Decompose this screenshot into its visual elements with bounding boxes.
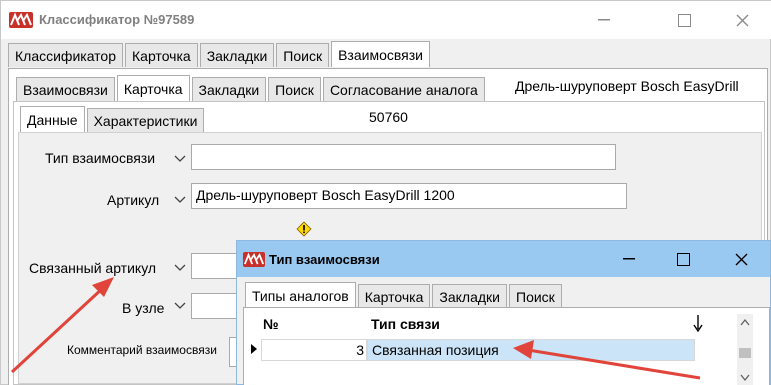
relation-type-label: Тип взаимосвязи — [45, 150, 156, 166]
subtab-search[interactable]: Поиск — [268, 77, 321, 101]
chevron-down-icon[interactable] — [173, 298, 187, 312]
node-field[interactable] — [191, 293, 239, 319]
subtab-bookmarks[interactable]: Закладки — [191, 77, 267, 101]
cell-relation-type[interactable]: Связанная позиция — [367, 339, 695, 361]
tab-characteristics[interactable]: Характеристики — [86, 108, 205, 132]
article-field[interactable]: Дрель-шуруповерт Bosch EasyDrill 1200 — [191, 183, 627, 209]
tab-search[interactable]: Поиск — [276, 43, 330, 67]
tab-card[interactable]: Карточка — [125, 43, 198, 67]
subtab-card[interactable]: Карточка — [116, 75, 190, 101]
minimize-icon — [598, 19, 610, 21]
tab-data[interactable]: Данные — [20, 106, 85, 132]
card-tabs: Данные Характеристики — [20, 106, 206, 132]
maximize-icon — [676, 252, 690, 266]
close-button[interactable] — [719, 1, 765, 39]
column-header-relation-type[interactable]: Тип связи — [371, 312, 701, 336]
tab-classifier[interactable]: Классификатор — [8, 43, 124, 67]
tab-bookmarks[interactable]: Закладки — [199, 43, 275, 67]
app-logo-icon — [243, 252, 265, 267]
window-title: Классификатор №97589 — [39, 12, 195, 27]
article-label: Артикул — [107, 192, 160, 208]
scroll-down-icon[interactable] — [740, 374, 750, 382]
scroll-up-icon[interactable] — [740, 318, 750, 326]
node-label: В узле — [122, 300, 165, 316]
main-tabs: Классификатор Карточка Закладки Поиск Вз… — [8, 41, 432, 67]
maximize-icon — [677, 13, 691, 27]
linked-article-field[interactable] — [191, 253, 239, 279]
chevron-down-icon[interactable] — [173, 260, 187, 274]
title-bar: Классификатор №97589 — [1, 1, 771, 39]
close-icon — [735, 253, 747, 265]
child-tabs: Типы аналогов Карточка Закладки Поиск — [245, 282, 564, 308]
tab-relations[interactable]: Взаимосвязи — [331, 41, 430, 67]
sort-down-arrow-icon[interactable] — [693, 315, 703, 333]
warning-icon — [296, 221, 312, 237]
minimize-button[interactable] — [581, 1, 627, 39]
chevron-down-icon[interactable] — [173, 192, 187, 206]
tab-analog-types[interactable]: Типы аналогов — [245, 282, 356, 308]
grid-scrollbar[interactable] — [737, 314, 753, 385]
app-logo-icon — [9, 12, 33, 28]
maximize-button[interactable] — [661, 1, 707, 39]
record-id: 50760 — [369, 109, 408, 125]
relation-type-field[interactable] — [191, 144, 616, 170]
relation-type-window: Тип взаимосвязи Типы аналогов Карточка З… — [236, 240, 771, 385]
child-window-title: Тип взаимосвязи — [269, 252, 380, 267]
sub-tabs: Взаимосвязи Карточка Закладки Поиск Согл… — [16, 75, 487, 101]
tab-bookmarks[interactable]: Закладки — [432, 284, 507, 308]
scrollbar-thumb[interactable] — [739, 348, 751, 358]
linked-article-label: Связанный артикул — [29, 260, 157, 276]
minimize-icon — [623, 258, 635, 260]
product-title: Дрель-шуруповерт Bosch EasyDrill — [515, 78, 739, 94]
subtab-analog-approval[interactable]: Согласование аналога — [322, 77, 485, 101]
column-header-number[interactable]: № — [263, 312, 373, 336]
analog-types-grid: № Тип связи 3 Связанная позиция — [247, 312, 740, 385]
child-title-bar: Тип взаимосвязи — [237, 241, 770, 277]
tab-search[interactable]: Поиск — [509, 284, 562, 308]
child-minimize-button[interactable] — [609, 241, 649, 277]
row-pointer-icon — [251, 344, 257, 354]
tab-card[interactable]: Карточка — [357, 284, 431, 308]
subtab-relations[interactable]: Взаимосвязи — [16, 77, 115, 101]
chevron-down-icon[interactable] — [173, 151, 187, 165]
close-icon — [736, 14, 748, 26]
child-maximize-button[interactable] — [663, 241, 703, 277]
comment-label: Комментарий взаимосвязи — [67, 343, 217, 357]
child-close-button[interactable] — [721, 241, 761, 277]
cell-number[interactable]: 3 — [261, 339, 367, 361]
